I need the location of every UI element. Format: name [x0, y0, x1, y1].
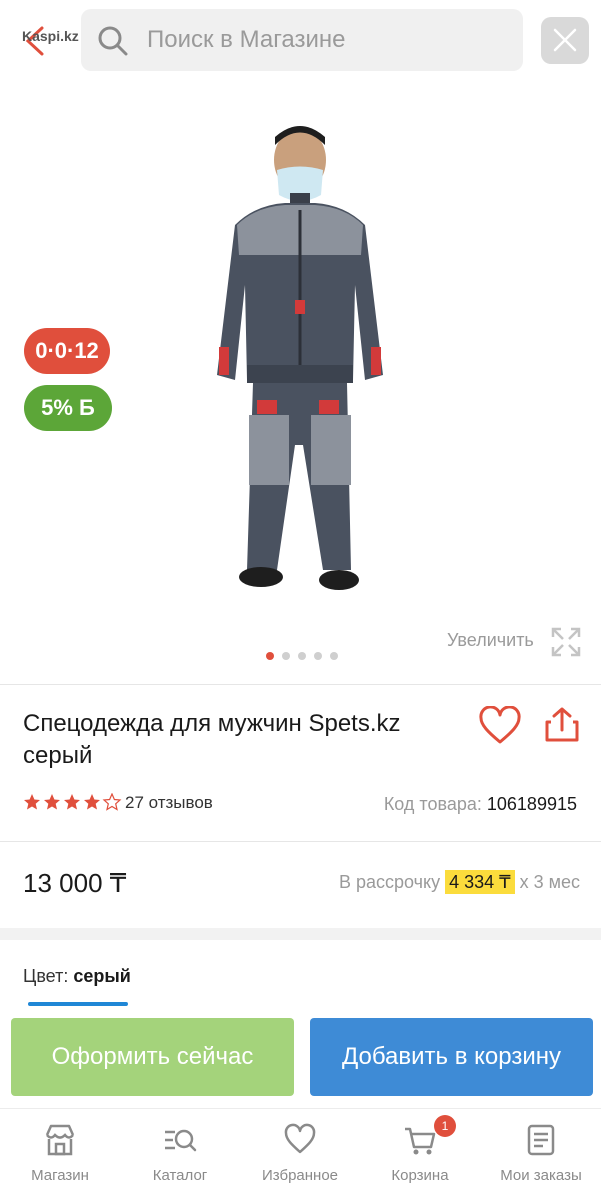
- nav-label: Корзина: [391, 1167, 449, 1184]
- credit-prefix: В рассрочку: [338, 872, 441, 892]
- color-label: Цвет:: [23, 966, 69, 986]
- sku-value: 106189915: [486, 794, 577, 814]
- product-title: Спецодежда для мужчин Spets.kz серый: [23, 710, 401, 769]
- close-button[interactable]: [541, 17, 589, 64]
- cart-icon: [405, 1127, 436, 1155]
- product-image[interactable]: [195, 115, 405, 605]
- share-icon: [545, 707, 579, 742]
- divider: [0, 841, 601, 842]
- cart-count-badge: 1: [434, 1115, 456, 1137]
- nav-item-catalog[interactable]: Каталог: [120, 1109, 240, 1200]
- product-code: Код товара: 106189915: [384, 794, 577, 815]
- heart-icon: [479, 705, 521, 744]
- divider: [0, 684, 601, 685]
- section-separator: [0, 928, 601, 940]
- add-to-cart-button[interactable]: Добавить в корзину: [310, 1018, 593, 1096]
- carousel-dot[interactable]: [298, 652, 306, 660]
- reviews-link[interactable]: 27 отзывов: [125, 793, 213, 813]
- installment-badge: 0·0·12: [24, 328, 110, 374]
- rating-stars[interactable]: [23, 793, 123, 811]
- orders-icon: [527, 1124, 555, 1156]
- carousel-dot[interactable]: [282, 652, 290, 660]
- expand-icon[interactable]: [551, 627, 581, 657]
- catalog-icon: [165, 1129, 197, 1152]
- color-option: Цвет: серый: [23, 966, 131, 987]
- bottom-navigation: Магазин Каталог Избранное 1 Корзина Мои …: [0, 1108, 601, 1200]
- search-input[interactable]: Поиск в Магазине: [81, 9, 523, 71]
- top-bar: Kaspi.kz Поиск в Магазине: [0, 0, 601, 90]
- buy-now-button[interactable]: Оформить сейчас: [11, 1018, 294, 1096]
- nav-item-shop[interactable]: Магазин: [0, 1109, 120, 1200]
- nav-label: Мои заказы: [500, 1167, 582, 1184]
- color-value: серый: [73, 966, 131, 986]
- watermark: Kaspi.kz: [22, 28, 79, 44]
- heart-icon: [284, 1123, 316, 1154]
- share-button[interactable]: [543, 706, 581, 749]
- carousel-dot[interactable]: [314, 652, 322, 660]
- nav-label: Избранное: [261, 1167, 339, 1184]
- nav-item-cart[interactable]: 1 Корзина: [360, 1109, 480, 1200]
- bonus-badge-value: 5%: [41, 395, 73, 420]
- carousel-dot[interactable]: [330, 652, 338, 660]
- nav-label: Каталог: [152, 1167, 208, 1184]
- carousel-dots: [266, 652, 338, 660]
- zoom-label[interactable]: Увеличить: [447, 630, 534, 651]
- bonus-badge: 5% Б: [24, 385, 112, 431]
- shop-icon: [45, 1124, 75, 1156]
- nav-item-favorites[interactable]: Избранное: [240, 1109, 360, 1200]
- sku-label: Код товара:: [383, 794, 482, 814]
- product-gallery[interactable]: 0·0·12 5% Б Увеличить: [0, 90, 601, 680]
- bonus-badge-suffix: Б: [79, 395, 95, 420]
- installment-info: В рассрочку 4 334 ₸ х 3 мес: [338, 870, 580, 894]
- search-icon: [98, 26, 128, 56]
- star-rating-icon: [24, 793, 122, 811]
- search-placeholder: Поиск в Магазине: [147, 26, 346, 53]
- nav-label: Магазин: [31, 1167, 89, 1184]
- nav-item-orders[interactable]: Мои заказы: [481, 1109, 601, 1200]
- favorite-button[interactable]: [478, 705, 522, 751]
- credit-amount: 4 334 ₸: [445, 870, 515, 894]
- product-price: 13 000 ₸: [23, 868, 127, 898]
- credit-suffix: х 3 мес: [519, 872, 580, 892]
- carousel-dot[interactable]: [266, 652, 274, 660]
- color-swatch-selected[interactable]: [28, 1002, 128, 1006]
- close-icon: [553, 28, 577, 52]
